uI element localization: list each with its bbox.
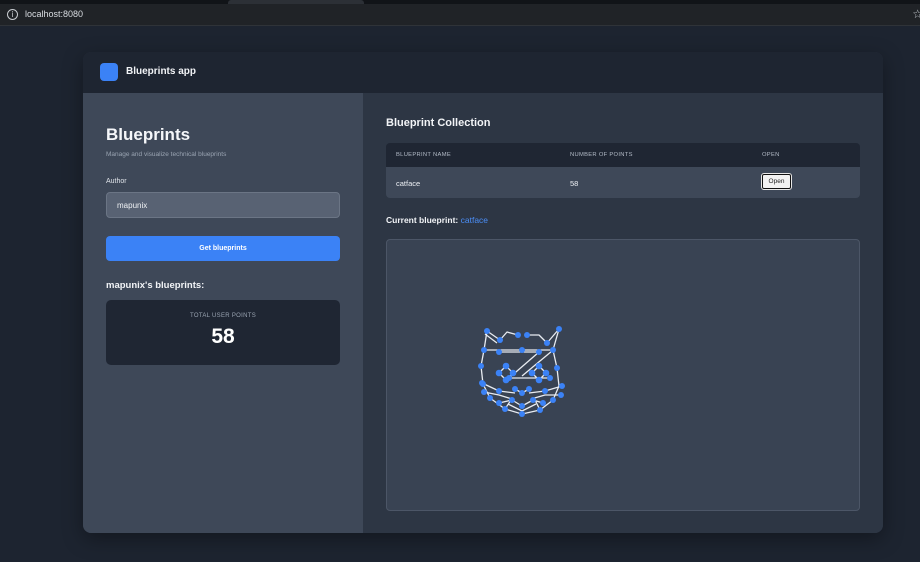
browser-address-bar[interactable]: i localhost:8080 ☆ xyxy=(0,4,920,26)
sidebar-subtitle: Manage and visualize technical blueprint… xyxy=(106,151,227,158)
catface-drawing xyxy=(478,326,565,417)
star-icon[interactable]: ☆ xyxy=(912,7,920,21)
info-icon[interactable]: i xyxy=(7,9,18,20)
current-blueprint-label: Current blueprint: xyxy=(386,215,459,225)
table-row: catface 58 Open xyxy=(386,167,860,198)
sidebar: Blueprints Manage and visualize technica… xyxy=(83,93,363,533)
blueprint-canvas[interactable] xyxy=(386,239,860,511)
app-header: Blueprints app xyxy=(83,52,883,93)
author-label: Author xyxy=(106,178,127,185)
total-points-label: TOTAL USER POINTS xyxy=(190,313,256,319)
blueprint-name-cell: catface xyxy=(396,179,421,188)
app-title: Blueprints app xyxy=(126,66,197,77)
app-logo xyxy=(100,63,118,81)
points-cell: 58 xyxy=(570,179,579,188)
author-input[interactable] xyxy=(106,192,340,218)
total-points-value: 58 xyxy=(211,325,235,348)
open-button[interactable]: Open xyxy=(762,174,791,189)
main-panel: Blueprint Collection BLUEPRINT NAME NUMB… xyxy=(363,93,883,533)
column-header-open: OPEN xyxy=(762,152,780,158)
column-header-name: BLUEPRINT NAME xyxy=(396,152,451,158)
table-header: BLUEPRINT NAME NUMBER OF POINTS OPEN xyxy=(386,143,860,167)
collection-title: Blueprint Collection xyxy=(386,117,491,129)
sidebar-title: Blueprints xyxy=(106,125,191,144)
blueprints-table: BLUEPRINT NAME NUMBER OF POINTS OPEN cat… xyxy=(386,143,860,198)
current-blueprint-name: catface xyxy=(460,215,489,225)
current-blueprint-line: Current blueprint: catface xyxy=(386,215,488,225)
get-blueprints-button[interactable]: Get blueprints xyxy=(106,236,340,261)
column-header-points: NUMBER OF POINTS xyxy=(570,152,633,158)
user-blueprints-title: mapunix's blueprints: xyxy=(106,280,205,291)
url-text[interactable]: localhost:8080 xyxy=(25,8,83,21)
app-window: Blueprints app Blueprints Manage and vis… xyxy=(83,52,883,533)
total-points-card: TOTAL USER POINTS 58 xyxy=(106,300,340,365)
